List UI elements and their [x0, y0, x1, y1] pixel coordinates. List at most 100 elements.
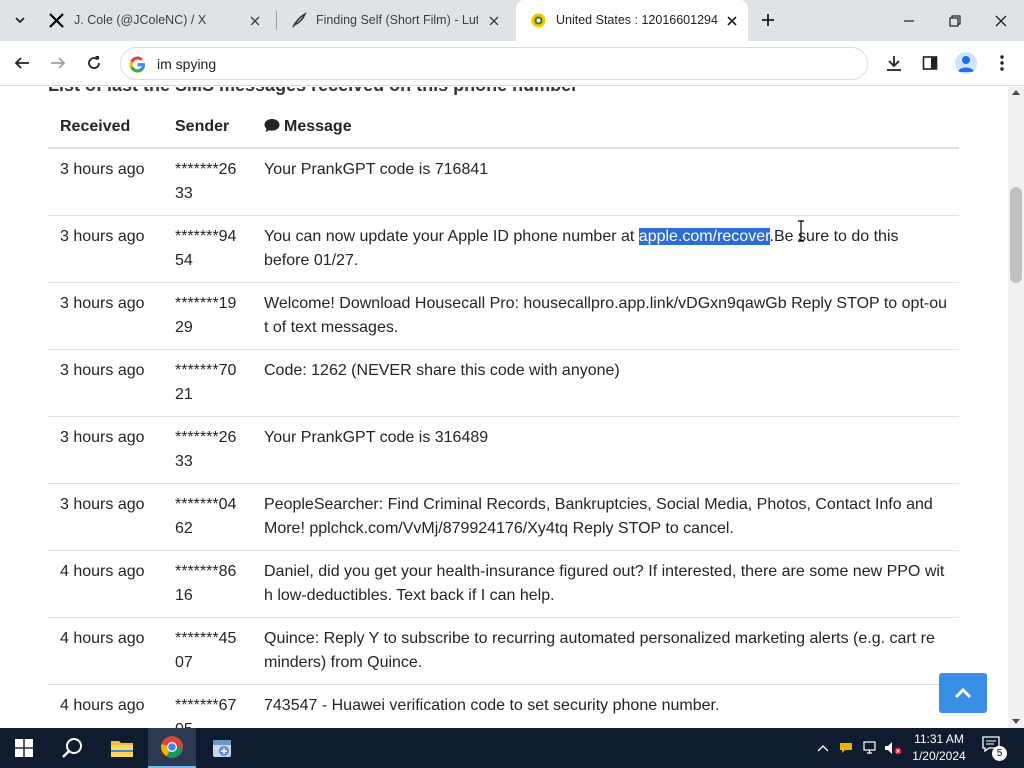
message-cell: PeopleSearcher: Find Criminal Records, B…	[252, 483, 959, 551]
table-row: 3 hours ago *******2633 Your PrankGPT co…	[48, 416, 959, 484]
notification-count-badge: 5	[992, 746, 1007, 761]
volume-muted-icon	[885, 742, 902, 755]
action-center-button[interactable]: 5	[982, 736, 1007, 761]
received-cell: 3 hours ago	[48, 349, 163, 417]
sender-cell: *******2633	[163, 416, 252, 484]
table-row: 3 hours ago *******1929 Welcome! Downloa…	[48, 282, 959, 350]
received-cell: 3 hours ago	[48, 483, 163, 551]
header-sender: Sender	[163, 106, 252, 149]
restore-button[interactable]	[932, 0, 978, 41]
browser-toolbar	[0, 41, 1024, 86]
minimize-button[interactable]	[886, 0, 932, 41]
message-cell: Welcome! Download Housecall Pro: houseca…	[252, 282, 959, 350]
close-tab-icon[interactable]	[485, 12, 502, 29]
forward-button[interactable]	[45, 50, 71, 76]
received-cell: 3 hours ago	[48, 282, 163, 350]
feather-icon	[292, 12, 307, 28]
text-cursor-icon	[798, 220, 804, 242]
tab-search-button[interactable]	[8, 8, 32, 32]
taskbar-clock[interactable]: 11:31 AM 1/20/2024	[906, 731, 972, 765]
sender-cell: *******6705	[163, 684, 252, 728]
app-taskbar-button[interactable]	[198, 728, 246, 768]
tab-jcole[interactable]: J. Cole (@JColeNC) / X	[34, 0, 274, 41]
taskbar-search-button[interactable]	[48, 728, 96, 768]
back-arrow-icon	[14, 57, 29, 69]
tab-united-states-active[interactable]: United States : 12016601294 | F	[516, 0, 748, 41]
page-scrollbar[interactable]	[1008, 87, 1024, 728]
message-cell: You can now update your Apple ID phone n…	[252, 215, 959, 283]
clock-date: 1/20/2024	[912, 749, 966, 763]
tab-finding-self[interactable]: Finding Self (Short Film) - Lute	[276, 0, 516, 41]
back-to-top-button[interactable]	[939, 673, 987, 713]
message-cell: Quince: Reply Y to subscribe to recurrin…	[252, 617, 959, 685]
scroll-up-arrow-icon[interactable]	[1012, 90, 1020, 95]
show-hidden-icons-button[interactable]	[812, 728, 834, 768]
tray-app-button[interactable]	[836, 728, 856, 768]
table-row: 4 hours ago *******4507 Quince: Reply Y …	[48, 617, 959, 685]
chevron-up-icon	[817, 745, 829, 752]
table-row: 4 hours ago *******6705 743547 - Huawei …	[48, 684, 959, 728]
scroll-down-arrow-icon[interactable]	[1012, 719, 1020, 724]
side-panel-icon	[922, 56, 938, 70]
scrollbar-thumb[interactable]	[1010, 187, 1022, 283]
header-message: Message	[252, 106, 959, 149]
close-tab-icon[interactable]	[723, 12, 740, 29]
chrome-taskbar-button[interactable]	[148, 728, 196, 768]
windows-taskbar: 11:31 AM 1/20/2024 5	[0, 728, 1024, 768]
message-cell: Code: 1262 (NEVER share this code with a…	[252, 349, 959, 417]
app-icon	[213, 740, 231, 757]
google-icon	[129, 56, 146, 73]
restore-icon	[949, 14, 961, 27]
section-heading: List of last the SMS messages received o…	[48, 87, 578, 96]
sender-cell: *******4507	[163, 617, 252, 685]
chrome-icon	[161, 736, 183, 758]
address-bar[interactable]	[120, 47, 868, 80]
new-tab-button[interactable]	[757, 9, 779, 31]
close-tab-icon[interactable]	[246, 12, 263, 29]
search-icon	[62, 738, 82, 758]
table-row: 3 hours ago *******9454 You can now upda…	[48, 215, 959, 283]
person-icon	[958, 56, 974, 72]
message-cell: 743547 - Huawei verification code to set…	[252, 684, 959, 728]
file-explorer-button[interactable]	[98, 728, 146, 768]
sender-cell: *******7021	[163, 349, 252, 417]
sms-messages-table: Received Sender Message 3 hours ago ****…	[48, 106, 959, 728]
reload-button[interactable]	[81, 50, 107, 76]
close-window-button[interactable]	[978, 0, 1024, 41]
forward-arrow-icon	[51, 57, 66, 69]
chevron-up-icon	[954, 687, 972, 699]
downloads-button[interactable]	[881, 50, 907, 76]
tab-strip: J. Cole (@JColeNC) / X Finding Self (Sho…	[0, 0, 1024, 41]
selected-link-text[interactable]: apple.com/recover	[638, 228, 770, 245]
sender-cell: *******2633	[163, 148, 252, 216]
message-text: You can now update your Apple ID phone n…	[264, 228, 639, 245]
side-panel-button[interactable]	[917, 50, 943, 76]
chevron-down-icon	[15, 17, 25, 24]
profile-avatar[interactable]	[955, 52, 977, 74]
table-header-row: Received Sender Message	[48, 106, 959, 149]
start-button[interactable]	[0, 728, 48, 768]
minimize-icon	[904, 19, 914, 22]
chrome-menu-button[interactable]	[989, 50, 1015, 76]
received-cell: 3 hours ago	[48, 215, 163, 283]
chat-bubble-icon	[264, 119, 280, 132]
table-row: 4 hours ago *******8616 Daniel, did you …	[48, 550, 959, 618]
speech-bubble-icon	[840, 743, 852, 753]
network-icon	[863, 741, 876, 754]
received-cell: 4 hours ago	[48, 684, 163, 728]
back-button[interactable]	[9, 50, 35, 76]
header-received: Received	[48, 106, 163, 149]
sender-cell: *******1929	[163, 282, 252, 350]
start-icon	[15, 739, 33, 757]
download-icon	[887, 56, 901, 71]
volume-button[interactable]	[882, 728, 904, 768]
received-cell: 3 hours ago	[48, 148, 163, 216]
received-cell: 4 hours ago	[48, 617, 163, 685]
address-input[interactable]	[157, 54, 847, 74]
header-message-label: Message	[284, 118, 352, 135]
received-cell: 4 hours ago	[48, 550, 163, 618]
network-button[interactable]	[860, 728, 882, 768]
file-explorer-icon	[111, 741, 133, 757]
message-cell: Daniel, did you get your health-insuranc…	[252, 550, 959, 618]
table-row: 3 hours ago *******2633 Your PrankGPT co…	[48, 148, 959, 216]
